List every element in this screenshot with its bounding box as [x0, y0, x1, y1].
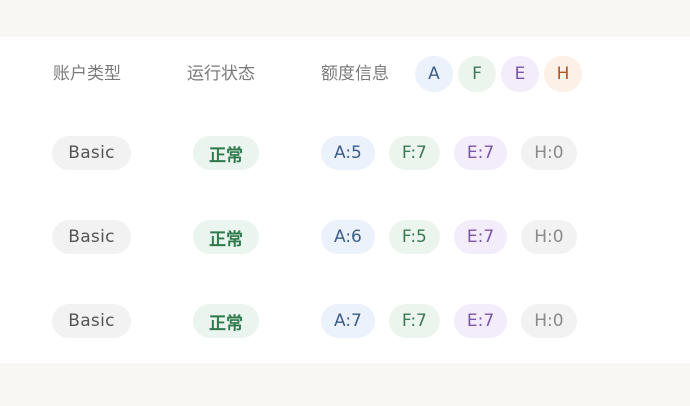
status-badge: 正常 — [193, 304, 259, 338]
quota-chips: A:7 F:7 E:7 H:0 — [321, 304, 591, 338]
quota-chip-f: F:7 — [388, 304, 440, 338]
account-table: 账户类型 运行状态 额度信息 A F E H Basic 正常 A:5 F:7 … — [0, 37, 690, 363]
quota-chip-e: E:7 — [453, 304, 508, 338]
quota-chip-a: A:7 — [321, 304, 375, 338]
account-type-badge: Basic — [52, 304, 131, 338]
table-row: Basic 正常 A:6 F:5 E:7 H:0 — [0, 121, 690, 254]
table-row: Basic 正常 A:5 F:7 E:7 H:0 — [0, 37, 690, 170]
quota-chip-h: H:0 — [521, 304, 577, 338]
table-row: Basic 正常 A:7 F:7 E:7 H:0 — [0, 205, 690, 338]
